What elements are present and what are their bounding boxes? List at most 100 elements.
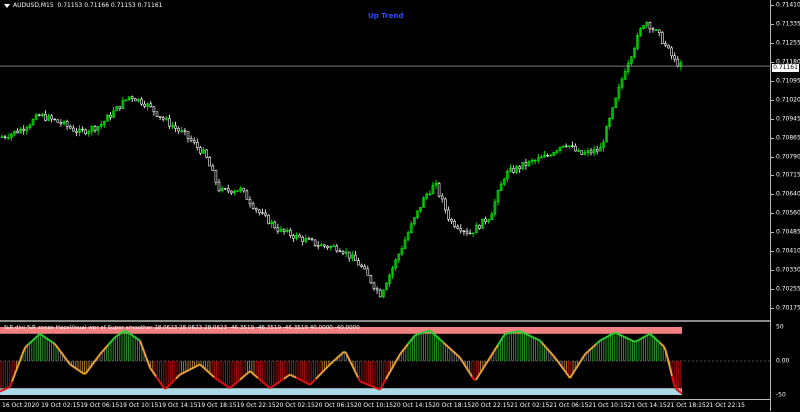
- wpr-line-segment: [202, 366, 204, 368]
- wpr-line-segment: [600, 340, 602, 341]
- ohlc-values: 0.71153 0.71166 0.71153 0.71161: [57, 2, 162, 9]
- wpr-line-segment: [126, 331, 128, 332]
- candle-body: [575, 146, 577, 151]
- wpr-line-segment: [408, 342, 410, 345]
- wpr-line-segment: [620, 335, 622, 336]
- wpr-line-segment: [452, 350, 454, 352]
- candle-body: [4, 137, 6, 138]
- candle-body: [206, 150, 208, 158]
- candle-body: [317, 245, 319, 246]
- candle-body: [162, 117, 164, 119]
- candle-body: [44, 114, 46, 120]
- candle-body: [51, 116, 53, 119]
- time-tick-label: 19 Oct 10:15: [119, 402, 158, 409]
- indicator-header: %R divi %R zones HaosVisual wpr of Super…: [4, 325, 360, 331]
- candle-body: [370, 275, 372, 283]
- wpr-line-segment: [266, 385, 268, 387]
- price-candles-svg[interactable]: [0, 0, 770, 320]
- wpr-line-segment: [434, 334, 436, 336]
- wpr-line-segment: [638, 339, 640, 340]
- wpr-line-segment: [102, 350, 104, 352]
- indicator-pane[interactable]: [0, 322, 770, 399]
- wpr-line-segment: [312, 381, 314, 383]
- wpr-line-segment: [606, 336, 608, 337]
- wpr-line-segment: [658, 341, 660, 343]
- price-tick-mark: [771, 232, 774, 233]
- wpr-line-segment: [672, 376, 674, 384]
- price-tick-mark: [771, 24, 774, 25]
- wpr-line-segment: [362, 382, 364, 383]
- wpr-line-segment: [258, 378, 260, 380]
- wpr-line-segment: [252, 373, 254, 375]
- indicator-svg[interactable]: [0, 322, 770, 399]
- price-tick-label: 0.71410: [776, 2, 800, 9]
- candle-body: [478, 225, 480, 228]
- wpr-line-segment: [272, 385, 274, 386]
- wpr-line-segment: [282, 379, 284, 380]
- price-chart-pane[interactable]: [0, 0, 770, 320]
- wpr-line-segment: [68, 362, 70, 365]
- candle-body: [664, 44, 666, 46]
- wpr-line-segment: [116, 335, 118, 336]
- candle-body: [314, 240, 316, 246]
- candle-body: [438, 183, 440, 196]
- wpr-line-segment: [66, 359, 68, 362]
- candle-body: [581, 151, 583, 155]
- candle-body: [38, 115, 40, 116]
- wpr-line-segment: [352, 365, 354, 369]
- time-axis[interactable]: 16 Oct 202019 Oct 02:1519 Oct 06:1519 Oc…: [0, 399, 770, 412]
- candle-body: [227, 189, 229, 191]
- wpr-line-segment: [410, 339, 412, 342]
- wpr-line-segment: [502, 335, 504, 338]
- wpr-line-segment: [290, 375, 292, 376]
- price-tick-mark: [771, 5, 774, 6]
- wpr-line-segment: [28, 343, 30, 345]
- wpr-line-segment: [324, 368, 326, 370]
- wpr-line-segment: [242, 376, 244, 378]
- candle-body: [274, 222, 276, 228]
- wpr-line-segment: [482, 367, 484, 370]
- wpr-line-segment: [680, 392, 682, 394]
- candle-body: [289, 230, 291, 235]
- wpr-line-segment: [610, 334, 612, 335]
- candle-body: [178, 128, 180, 131]
- wpr-line-segment: [500, 339, 502, 342]
- price-axis[interactable]: 0.714100.713350.712550.711800.710950.710…: [770, 0, 800, 411]
- triangle-down-icon[interactable]: [4, 4, 10, 8]
- wpr-line-segment: [520, 331, 522, 332]
- candle-body: [513, 168, 515, 172]
- wpr-line-segment: [594, 344, 596, 346]
- candle-body: [246, 191, 248, 199]
- wpr-line-segment: [574, 368, 576, 371]
- wpr-line-segment: [586, 351, 588, 353]
- wpr-line-segment: [208, 372, 210, 374]
- wpr-line-segment: [536, 339, 538, 340]
- wpr-line-segment: [146, 357, 148, 362]
- candle-body: [469, 233, 471, 234]
- price-tick-label: 0.70790: [776, 153, 800, 160]
- wpr-line-segment: [112, 338, 114, 340]
- price-tick-mark: [771, 251, 774, 252]
- wpr-line-segment: [320, 373, 322, 375]
- wpr-line-segment: [246, 373, 248, 375]
- wpr-line-segment: [44, 337, 46, 338]
- wpr-line-segment: [166, 387, 168, 389]
- wpr-line-segment: [8, 387, 10, 388]
- wpr-line-segment: [368, 385, 370, 386]
- time-tick-label: 20 Oct 06:15: [315, 402, 354, 409]
- candle-body: [218, 182, 220, 191]
- candle-body: [379, 290, 381, 297]
- candle-body: [60, 122, 62, 124]
- wpr-line-segment: [260, 380, 262, 382]
- wpr-line-segment: [172, 381, 174, 383]
- wpr-line-segment: [292, 376, 294, 377]
- wpr-line-segment: [630, 340, 632, 341]
- wpr-line-segment: [170, 383, 172, 385]
- wpr-line-segment: [122, 331, 124, 332]
- chart-window[interactable]: AUDUSD,M15 0.71153 0.71166 0.71153 0.711…: [0, 0, 800, 411]
- wpr-line-segment: [118, 334, 120, 335]
- candle-body: [342, 251, 344, 253]
- wpr-line-segment: [254, 375, 256, 377]
- wpr-line-segment: [496, 345, 498, 348]
- wpr-line-segment: [566, 373, 568, 376]
